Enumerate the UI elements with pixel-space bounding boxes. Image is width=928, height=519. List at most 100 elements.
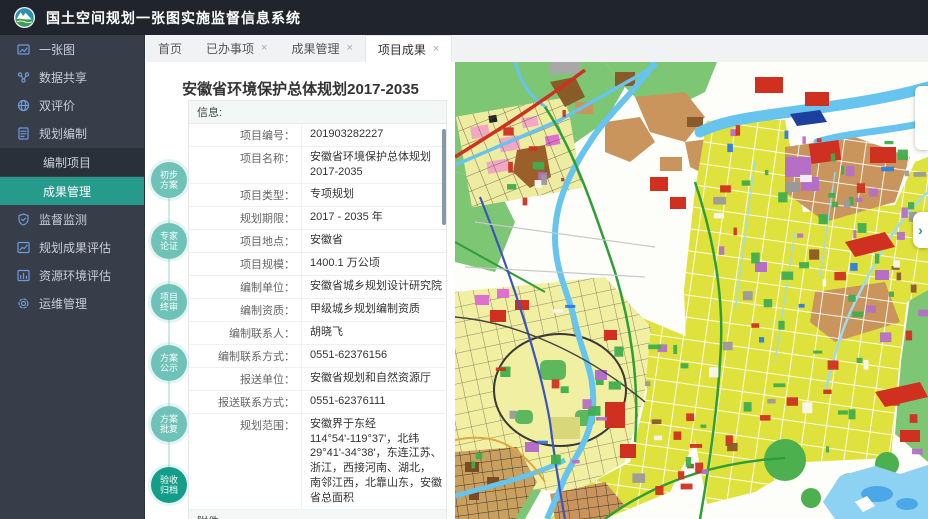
tab-close-icon[interactable]: × (433, 44, 439, 55)
info-row: 报送联系方式：0551-62376111 (189, 391, 446, 414)
field-label: 编制单位： (189, 276, 301, 298)
field-label: 项目规模： (189, 253, 301, 275)
tab-成果管理[interactable]: 成果管理 × (279, 35, 364, 62)
field-label: 项目名称： (189, 147, 301, 183)
info-row: 编制资质：甲级城乡规划编制资质 (189, 299, 446, 322)
tab-label: 已办事项 (206, 40, 254, 57)
field-value: 安徽界于东经114°54'-119°37'，北纬29°41'-34°38'，东连… (301, 414, 446, 509)
field-label: 编制联系方式： (189, 345, 301, 367)
panel-expand-handle[interactable]: › (913, 212, 928, 248)
tab-label: 成果管理 (291, 40, 339, 57)
field-value: 0551-62376156 (301, 345, 446, 367)
chart-bar-icon (17, 269, 30, 282)
field-value: 甲级城乡规划编制资质 (301, 299, 446, 321)
field-value: 201903282227 (301, 124, 446, 146)
field-value: 安徽省环境保护总体规划2017-2035 (301, 147, 446, 183)
tab-label: 首页 (158, 40, 182, 57)
field-label: 编制联系人： (189, 322, 301, 344)
tab-已办事项[interactable]: 已办事项 × (194, 35, 279, 62)
gear-icon (17, 297, 30, 310)
sidebar-item-label: 运维管理 (39, 295, 87, 312)
timeline-step-初步方案: 初步 方案 (151, 162, 187, 198)
timeline-step-专家论证: 专家 论证 (151, 223, 187, 259)
field-value: 安徽省规划和自然资源厅 (301, 368, 446, 390)
field-label: 项目类型： (189, 184, 301, 206)
field-value: 0551-62376111 (301, 391, 446, 413)
info-row: 项目名称：安徽省环境保护总体规划2017-2035 (189, 147, 446, 184)
doc-edit-icon (17, 127, 30, 140)
sidebar-item-运维管理[interactable]: 运维管理 (0, 289, 144, 317)
info-row: 编制联系方式：0551-62376156 (189, 345, 446, 368)
sidebar-item-label: 数据共享 (39, 69, 87, 86)
field-label: 项目编号： (189, 124, 301, 146)
field-value: 安徽省 (301, 230, 446, 252)
panel-scrollbar[interactable] (442, 129, 446, 225)
info-field-list: 项目编号：201903282227项目名称：安徽省环境保护总体规划2017-20… (189, 124, 446, 510)
sidebar-item-label: 规划编制 (39, 125, 87, 142)
map-icon (17, 43, 30, 56)
timeline-step-方案批复: 方案 批复 (151, 406, 187, 442)
project-detail-panel: 安徽省环境保护总体规划2017-2035 初步 方案专家 论证项目 终审方案 公… (146, 62, 455, 519)
sidebar-subitem-成果管理[interactable]: 成果管理 (0, 177, 144, 205)
info-row: 项目类型：专项规划 (189, 184, 446, 207)
project-title: 安徽省环境保护总体规划2017-2035 (146, 78, 455, 99)
field-label: 项目地点： (189, 230, 301, 252)
info-row: 规划期限：2017 - 2035 年 (189, 207, 446, 230)
info-row: 编制联系人：胡晓飞 (189, 322, 446, 345)
field-value: 胡晓飞 (301, 322, 446, 344)
tab-项目成果[interactable]: 项目成果 × (365, 35, 452, 62)
field-value: 专项规划 (301, 184, 446, 206)
info-row: 报送单位：安徽省规划和自然资源厅 (189, 368, 446, 391)
sidebar-subitem-label: 编制项目 (43, 154, 91, 171)
sidebar-item-一张图[interactable]: 一张图 (0, 35, 144, 63)
chart-line-icon (17, 241, 30, 254)
sidebar-item-label: 资源环境评估 (39, 267, 111, 284)
timeline-step-验收归档: 验收 归档 (151, 467, 187, 503)
app-window: 国土空间规划一张图实施监督信息系统 一张图数据共享双评价规划编制编制项目成果管理… (0, 0, 928, 519)
info-row: 规划范围：安徽界于东经114°54'-119°37'，北纬29°41'-34°3… (189, 414, 446, 510)
sidebar-item-资源环境评估[interactable]: 资源环境评估 (0, 261, 144, 289)
content-area: 首页 已办事项 × 成果管理 × 项目成果 × 安徽省环境保护总体规划2017-2035 初… (146, 35, 928, 519)
sidebar-item-label: 监督监测 (39, 211, 87, 228)
field-value: 安徽省城乡规划设计研究院 (301, 276, 446, 298)
tab-label: 项目成果 (378, 41, 426, 58)
info-row: 项目地点：安徽省 (189, 230, 446, 253)
sidebar-item-规划成果评估[interactable]: 规划成果评估 (0, 233, 144, 261)
sidebar-item-label: 一张图 (39, 41, 75, 58)
tab-首页[interactable]: 首页 (146, 35, 194, 62)
attachments-section-header: 附件: (189, 510, 446, 519)
content-body: 安徽省环境保护总体规划2017-2035 初步 方案专家 论证项目 终审方案 公… (146, 62, 928, 519)
field-label: 编制资质： (189, 299, 301, 321)
shield-icon (17, 213, 30, 226)
sidebar-subitem-编制项目[interactable]: 编制项目 (0, 148, 144, 176)
workflow-timeline: 初步 方案专家 论证项目 终审方案 公示方案 批复验收 归档 (149, 162, 189, 507)
map-canvas[interactable]: › (455, 62, 928, 519)
collapsed-legend-panel[interactable] (915, 86, 928, 150)
project-info-card: 信息: 项目编号：201903282227项目名称：安徽省环境保护总体规划201… (188, 100, 447, 519)
info-row: 项目编号：201903282227 (189, 124, 446, 147)
app-header: 国土空间规划一张图实施监督信息系统 (0, 0, 928, 35)
tab-close-icon[interactable]: × (261, 43, 267, 54)
landuse-map (455, 62, 928, 519)
field-label: 报送单位： (189, 368, 301, 390)
sidebar-item-规划编制[interactable]: 规划编制 (0, 119, 144, 147)
sidebar-item-label: 双评价 (39, 97, 75, 114)
timeline-step-项目终审: 项目 终审 (151, 284, 187, 320)
sidebar-item-label: 规划成果评估 (39, 239, 111, 256)
field-value: 1400.1 万公顷 (301, 253, 446, 275)
info-row: 项目规模：1400.1 万公顷 (189, 253, 446, 276)
globe-icon (17, 99, 30, 112)
sidebar-subitem-label: 成果管理 (43, 183, 91, 200)
sidebar-item-数据共享[interactable]: 数据共享 (0, 63, 144, 91)
timeline-connector (168, 174, 170, 494)
field-value: 2017 - 2035 年 (301, 207, 446, 229)
timeline-step-方案公示: 方案 公示 (151, 345, 187, 381)
field-label: 规划期限： (189, 207, 301, 229)
field-label: 规划范围： (189, 414, 301, 509)
app-logo-icon (13, 6, 36, 29)
app-title: 国土空间规划一张图实施监督信息系统 (46, 8, 301, 28)
tab-close-icon[interactable]: × (346, 43, 352, 54)
info-row: 编制单位：安徽省城乡规划设计研究院 (189, 276, 446, 299)
sidebar-item-双评价[interactable]: 双评价 (0, 91, 144, 119)
sidebar-item-监督监测[interactable]: 监督监测 (0, 205, 144, 233)
